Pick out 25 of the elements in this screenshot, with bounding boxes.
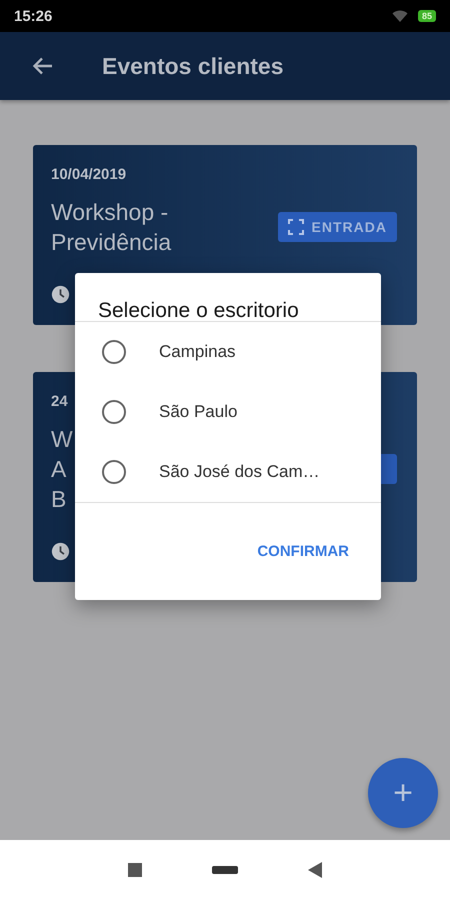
radio-button[interactable] [102, 400, 126, 424]
pill-icon [212, 866, 238, 874]
status-time: 15:26 [14, 8, 52, 24]
clock-icon [51, 285, 70, 304]
back-button[interactable] [32, 55, 54, 77]
triangle-icon [308, 862, 322, 878]
dialog-title: Selecione o escritorio [75, 273, 381, 322]
event-date: 24 [51, 392, 68, 412]
battery-indicator: 85 [418, 10, 436, 22]
radio-option[interactable]: São Paulo [75, 382, 381, 442]
screen-title: Eventos clientes [102, 52, 284, 80]
radio-option[interactable]: São José dos Cam… [75, 442, 381, 502]
confirm-button[interactable]: CONFIRMAR [255, 537, 351, 566]
back-nav-button[interactable] [308, 862, 322, 878]
event-title: Workshop - Previdência [51, 198, 172, 257]
back-arrow-icon [32, 55, 54, 77]
scan-frame-icon [288, 219, 304, 235]
radio-button[interactable] [102, 460, 126, 484]
wifi-icon [392, 9, 408, 23]
event-title: W A B [51, 425, 73, 514]
radio-button[interactable] [102, 340, 126, 364]
event-date: 10/04/2019 [51, 165, 126, 185]
radio-option[interactable]: Campinas [75, 322, 381, 382]
square-icon [128, 863, 142, 877]
clock-icon [51, 542, 70, 561]
